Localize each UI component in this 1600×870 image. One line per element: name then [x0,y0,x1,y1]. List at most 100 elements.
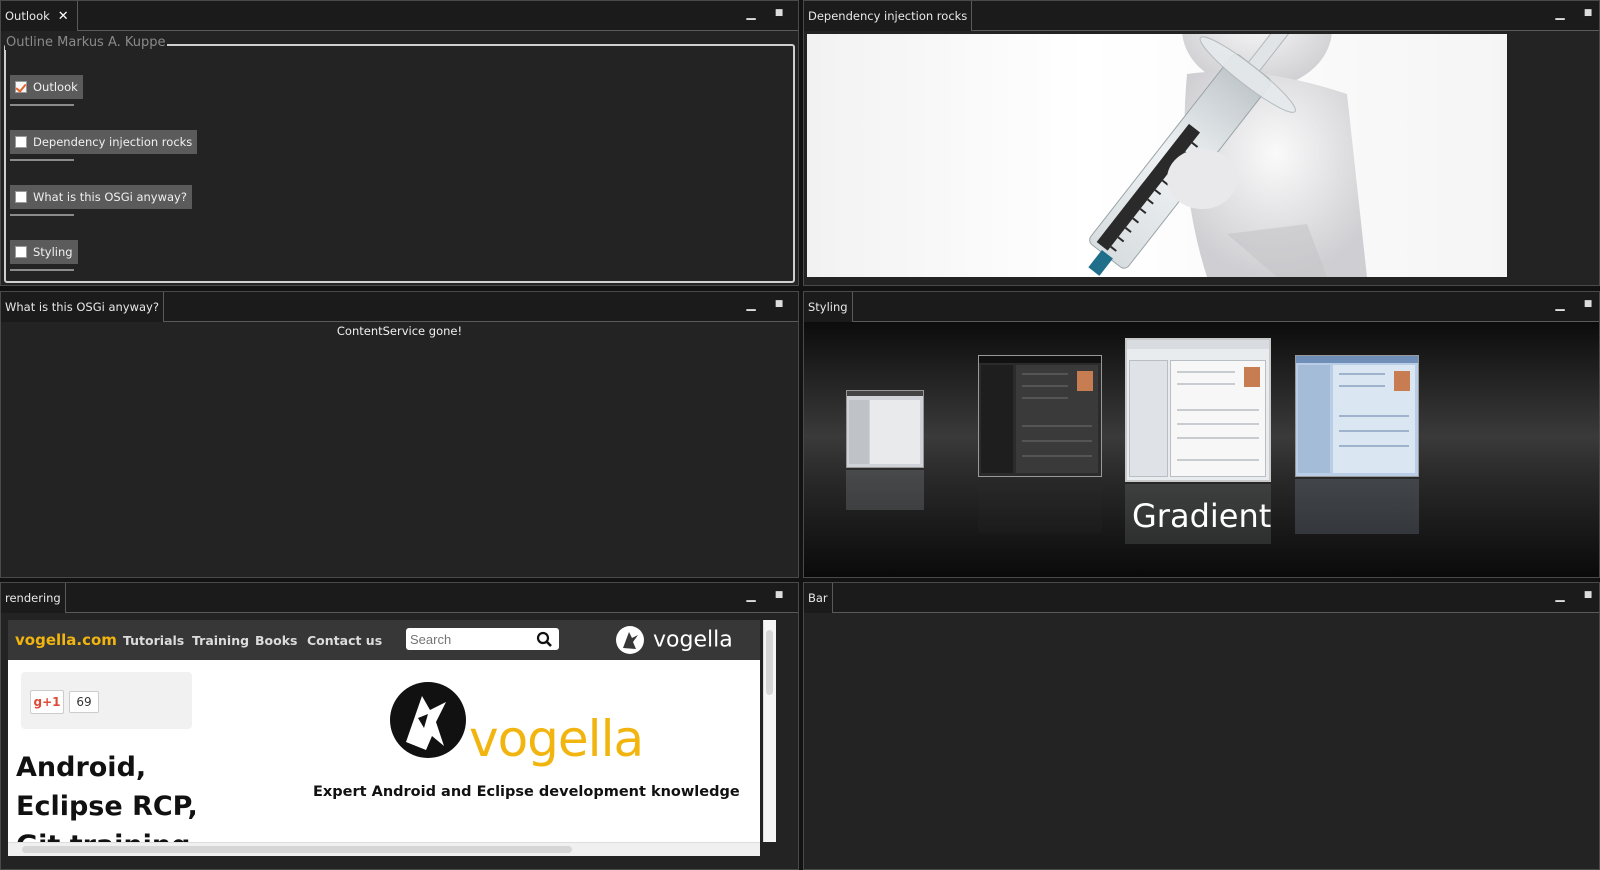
site-search [406,628,559,650]
minimize-icon[interactable]: ▁ [1552,297,1568,313]
syringe-figure-image [807,34,1507,277]
outline-legend: Outline Markus A. Kuppe [5,35,167,50]
styling-panel: Styling ▁ ■ Gradient [803,291,1600,578]
maximize-icon[interactable]: ■ [771,6,787,22]
tab-label: Dependency injection rocks [808,9,968,23]
wizard-logo-large [388,678,468,770]
divider [10,104,74,106]
theme-caption: Gradient [1132,497,1272,535]
checkbox-dependency-injection[interactable]: Dependency injection rocks [10,130,198,154]
site-tagline: Expert Android and Eclipse development k… [313,784,740,800]
divider [10,214,74,216]
wizard-logo-icon [616,626,644,654]
wizard-icon [390,682,466,758]
theme-carousel[interactable]: Gradient [804,322,1599,577]
horizontal-scrollbar[interactable] [8,842,760,856]
site-logo[interactable]: vogella [614,624,733,656]
checkbox-icon[interactable] [15,136,27,148]
tab-bar: Dependency injection rocks ▁ ■ [804,1,1599,31]
bar-panel: Bar ▁ ■ [803,582,1600,870]
tab-label: rendering [5,591,61,605]
theme-reflection [846,470,924,510]
maximize-icon[interactable]: ■ [1580,6,1596,22]
theme-reflection [1295,479,1419,534]
checkbox-label: Dependency injection rocks [33,135,193,149]
divider [10,159,74,161]
checkbox-icon[interactable] [15,191,27,203]
search-button[interactable] [531,628,559,650]
theme-preview-gradient[interactable] [1125,338,1271,482]
osgi-content: ContentService gone! [1,322,798,577]
page-headline: Android, Eclipse RCP, Git training [16,748,198,842]
theme-preview-4[interactable] [1295,355,1419,477]
theme-preview-1[interactable] [846,390,924,468]
nav-link-tutorials[interactable]: Tutorials [123,633,184,648]
maximize-icon[interactable]: ■ [771,297,787,313]
checkbox-label: What is this OSGi anyway? [33,190,187,204]
bar-content [804,613,1599,869]
dependency-injection-panel: Dependency injection rocks ▁ ■ [803,0,1600,286]
status-message: ContentService gone! [336,324,463,338]
checkbox-osgi[interactable]: What is this OSGi anyway? [10,185,192,209]
checkbox-outlook[interactable]: Outlook [10,75,83,99]
tab-bar-view[interactable]: Bar [804,583,833,613]
minimize-icon[interactable]: ▁ [743,297,759,313]
vertical-scrollbar[interactable] [763,620,776,842]
headline-line: Eclipse RCP, [16,791,198,822]
theme-preview-2[interactable] [978,355,1102,477]
checkbox-checked-icon[interactable] [15,81,27,93]
browser-content: vogella.com Tutorials Training Books Con… [1,613,798,869]
outlook-panel: Outlook ✕ ▁ ■ Outline Markus A. Kuppe Out… [0,0,799,286]
checkbox-label: Outlook [33,80,78,94]
nav-link-books[interactable]: Books [255,633,297,648]
checkbox-icon[interactable] [15,246,27,258]
minimize-icon[interactable]: ▁ [1552,588,1568,604]
minimize-icon[interactable]: ▁ [1552,6,1568,22]
social-share-box: g+1 69 [21,672,192,729]
osgi-panel: What is this OSGi anyway? ▁ ■ ContentSer… [0,291,799,578]
headline-line: Git training [16,826,198,842]
site-navbar: vogella.com Tutorials Training Books Con… [8,620,760,660]
gplus-button[interactable]: g+1 [30,690,64,714]
search-icon [536,631,552,647]
theme-reflection [978,479,1102,534]
search-input[interactable] [410,629,528,649]
maximize-icon[interactable]: ■ [1580,588,1596,604]
gplus-count: 69 [69,691,99,713]
embedded-browser[interactable]: vogella.com Tutorials Training Books Con… [8,620,760,842]
tab-outlook[interactable]: Outlook ✕ [1,1,78,31]
tab-osgi[interactable]: What is this OSGi anyway? [1,292,164,322]
tab-bar: What is this OSGi anyway? ▁ ■ [1,292,798,322]
outlook-content: Outline Markus A. Kuppe Outlook Dependen… [1,31,798,285]
maximize-icon[interactable]: ■ [771,588,787,604]
tab-label: What is this OSGi anyway? [5,300,159,314]
maximize-icon[interactable]: ■ [1580,297,1596,313]
scroll-thumb[interactable] [766,630,773,695]
nav-link-contact[interactable]: Contact us [307,633,382,648]
minimize-icon[interactable]: ▁ [743,6,759,22]
site-brand-link[interactable]: vogella.com [15,631,117,649]
minimize-icon[interactable]: ▁ [743,588,759,604]
headline-line: Android, [16,752,147,783]
checkbox-label: Styling [33,245,73,259]
tab-dependency-injection[interactable]: Dependency injection rocks [804,1,973,31]
tab-bar: Bar ▁ ■ [804,583,1599,613]
tab-bar: Styling ▁ ■ [804,292,1599,322]
divider [10,269,74,271]
tab-label: Bar [808,591,828,605]
checkbox-styling[interactable]: Styling [10,240,78,264]
rendering-panel: rendering ▁ ■ vogella.com Tutorials Trai… [0,582,799,870]
tab-bar: Outlook ✕ ▁ ■ [1,1,798,31]
di-content [804,31,1599,285]
scroll-thumb[interactable] [22,846,572,853]
styling-content: Gradient [804,322,1599,577]
nav-link-training[interactable]: Training [192,633,249,648]
tab-label: Styling [808,300,848,314]
tab-rendering[interactable]: rendering [1,583,66,613]
site-logo-text: vogella [653,627,733,653]
tab-styling[interactable]: Styling [804,292,853,322]
outline-group [4,44,795,283]
close-icon[interactable]: ✕ [58,2,69,32]
vogella-wordmark: vogella [469,710,644,768]
tab-label: Outlook [5,9,50,23]
